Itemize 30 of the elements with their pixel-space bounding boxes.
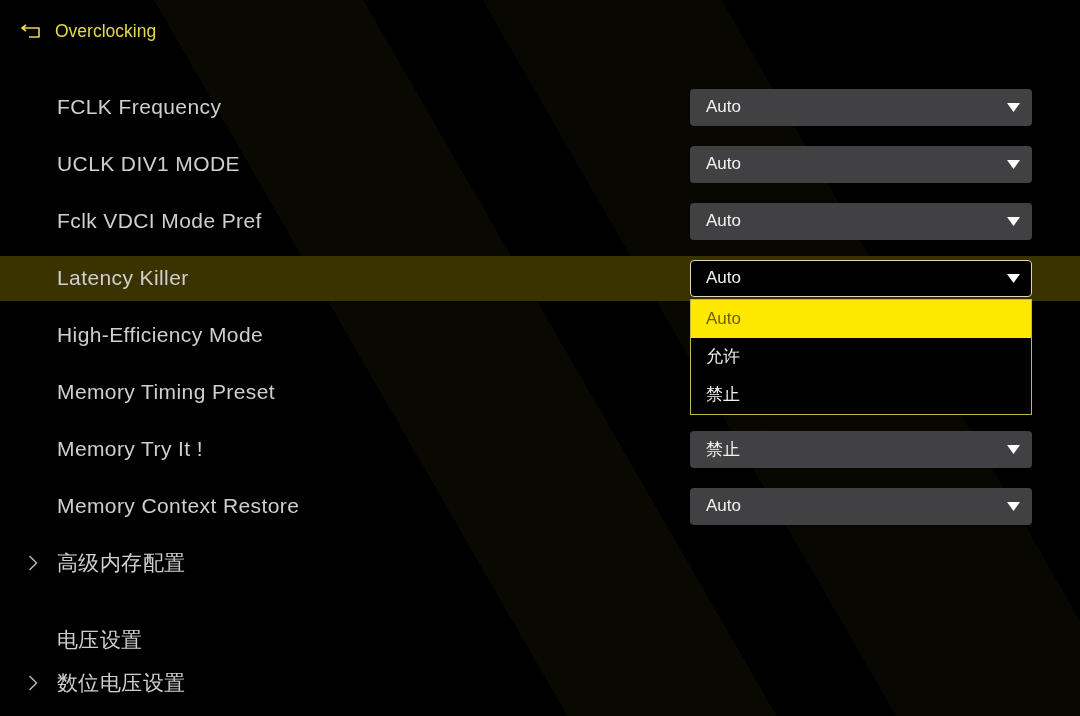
dropdown[interactable]: Auto bbox=[690, 487, 1032, 525]
dropdown[interactable]: Auto bbox=[690, 202, 1032, 240]
setting-item[interactable]: 数位电压设置 bbox=[57, 669, 186, 697]
setting-item[interactable]: 高级内存配置 bbox=[57, 549, 186, 577]
dropdown-option[interactable]: 禁止 bbox=[691, 375, 1031, 414]
caret-down-icon bbox=[1007, 159, 1020, 169]
dropdown[interactable]: Auto bbox=[690, 259, 1032, 297]
setting-item[interactable]: Memory Timing Preset bbox=[57, 380, 276, 404]
setting-item[interactable]: High-Efficiency Mode bbox=[57, 323, 264, 347]
setting-item[interactable]: Latency Killer bbox=[57, 266, 189, 290]
dropdown[interactable]: 禁止 bbox=[690, 430, 1032, 468]
chevron-right-icon bbox=[28, 555, 38, 571]
dropdown-option[interactable]: 允许 bbox=[691, 337, 1031, 376]
dropdown[interactable]: Auto bbox=[690, 145, 1032, 183]
setting-item[interactable]: Fclk VDCI Mode Pref bbox=[57, 209, 262, 233]
setting-item[interactable]: Memory Context Restore bbox=[57, 494, 300, 518]
caret-down-icon bbox=[1007, 102, 1020, 112]
dropdown-option[interactable]: Auto bbox=[691, 299, 1031, 338]
caret-down-icon bbox=[1007, 501, 1020, 511]
section-heading: 电压设置 bbox=[57, 626, 143, 653]
page-title: Overclocking bbox=[55, 20, 157, 42]
chevron-right-icon bbox=[28, 675, 38, 691]
caret-down-icon bbox=[1007, 216, 1020, 226]
back-icon[interactable] bbox=[21, 24, 41, 38]
dropdown[interactable]: Auto bbox=[690, 88, 1032, 126]
setting-item[interactable]: FCLK Frequency bbox=[57, 95, 222, 119]
setting-item[interactable]: UCLK DIV1 MODE bbox=[57, 152, 240, 176]
setting-item[interactable]: Memory Try It ! bbox=[57, 437, 203, 461]
caret-down-icon bbox=[1007, 273, 1020, 283]
caret-down-icon bbox=[1007, 444, 1020, 454]
